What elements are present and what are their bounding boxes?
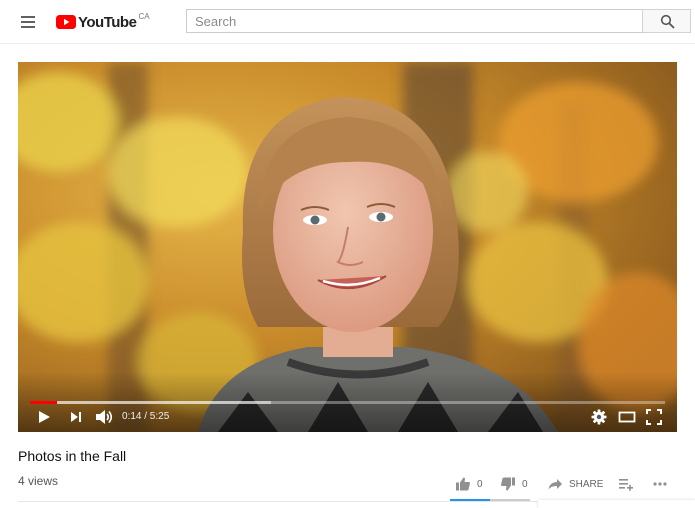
settings-icon — [591, 409, 607, 425]
youtube-play-logo-icon — [56, 15, 76, 29]
next-icon — [71, 412, 81, 422]
divider — [18, 501, 538, 502]
add-to-playlist-icon — [619, 479, 633, 491]
side-panel-edge — [538, 500, 695, 508]
like-count: 0 — [477, 478, 483, 490]
menu-icon[interactable] — [17, 12, 39, 32]
play-icon — [39, 411, 50, 423]
fullscreen-button[interactable] — [645, 408, 663, 431]
share-button[interactable]: SHARE — [547, 474, 603, 494]
settings-button[interactable] — [590, 408, 608, 431]
search-button[interactable] — [642, 9, 691, 33]
share-icon — [548, 479, 562, 490]
play-button[interactable] — [36, 408, 52, 431]
like-button[interactable]: 0 — [455, 474, 483, 494]
search-input[interactable] — [186, 9, 642, 33]
video-title: Photos in the Fall — [18, 448, 127, 464]
region-label: CA — [138, 11, 150, 21]
next-button[interactable] — [68, 408, 84, 431]
time-display: 0:14 / 5:25 — [122, 411, 170, 422]
masthead: YouTube CA — [0, 0, 695, 44]
add-to-playlist-button[interactable] — [618, 474, 634, 494]
more-actions-button[interactable] — [652, 474, 668, 494]
thumbs-up-icon — [456, 477, 470, 491]
view-count: 4 views — [18, 474, 59, 488]
progress-played — [30, 401, 58, 404]
theater-icon — [618, 411, 636, 423]
theater-mode-button[interactable] — [618, 408, 636, 431]
thumbs-down-icon — [501, 477, 515, 491]
video-player[interactable]: 0:14 / 5:25 — [18, 62, 677, 432]
volume-button[interactable] — [94, 408, 114, 431]
volume-icon — [96, 410, 113, 424]
youtube-logo[interactable]: YouTube CA — [56, 11, 150, 33]
dislike-button[interactable]: 0 — [500, 474, 528, 494]
fullscreen-icon — [646, 409, 662, 425]
dislike-count: 0 — [522, 478, 528, 490]
more-icon — [653, 482, 667, 486]
logo-text: YouTube — [78, 13, 137, 31]
progress-bar[interactable] — [30, 401, 665, 404]
progress-buffered — [30, 401, 272, 404]
share-label: SHARE — [569, 478, 604, 490]
search-icon — [660, 14, 675, 29]
